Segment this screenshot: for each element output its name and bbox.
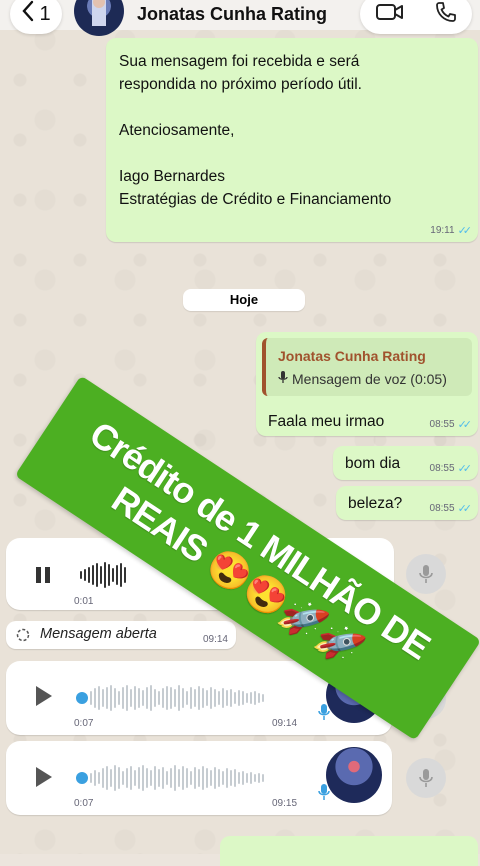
voice-time: 09:14 bbox=[272, 718, 298, 729]
mic-icon bbox=[278, 370, 288, 387]
voice-note[interactable]: 0:07 09:15 bbox=[6, 741, 392, 815]
video-call-icon[interactable] bbox=[375, 1, 405, 28]
voice-duration: 0:07 bbox=[74, 798, 94, 809]
message-text: beleza? bbox=[348, 495, 403, 512]
read-check-icon: ✓✓ bbox=[457, 503, 473, 515]
play-icon[interactable] bbox=[36, 686, 52, 706]
status-text: Mensagem aberta bbox=[40, 626, 157, 642]
chat-header: 1 Jonatas Cunha Rating bbox=[0, 0, 480, 36]
contact-name[interactable]: Jonatas Cunha Rating bbox=[137, 4, 327, 25]
sender-avatar bbox=[326, 747, 382, 803]
auto-reply-message[interactable]: Sua mensagem foi recebida e será respond… bbox=[106, 38, 478, 242]
phone-icon[interactable] bbox=[434, 0, 458, 29]
message-bom-dia[interactable]: bom dia 08:55 ✓✓ bbox=[333, 446, 478, 480]
message-time: 08:55 bbox=[429, 463, 455, 474]
message-meta: 08:55 ✓✓ bbox=[429, 502, 473, 515]
message-time: 19:11 bbox=[430, 225, 455, 236]
status-icon bbox=[16, 628, 30, 647]
message-beleza[interactable]: beleza? 08:55 ✓✓ bbox=[336, 486, 478, 520]
mic-button[interactable] bbox=[406, 554, 446, 594]
playback-dot bbox=[76, 692, 88, 704]
read-check-icon: ✓✓ bbox=[457, 463, 473, 475]
playback-dot bbox=[76, 772, 88, 784]
quoted-text: Mensagem de voz (0:05) bbox=[292, 370, 447, 387]
quoted-sender: Jonatas Cunha Rating bbox=[278, 348, 426, 364]
message-opened-status: Mensagem aberta 09:14 bbox=[6, 621, 236, 649]
recording-duration: 0:01 bbox=[74, 596, 94, 607]
quoted-message[interactable]: Jonatas Cunha Rating Mensagem de voz (0:… bbox=[262, 338, 472, 396]
status-time: 09:14 bbox=[202, 634, 228, 645]
message-text: Sua mensagem foi recebida e será respond… bbox=[119, 53, 392, 208]
call-actions bbox=[360, 0, 472, 34]
message-time: 08:55 bbox=[429, 503, 455, 514]
read-check-icon: ✓✓ bbox=[457, 419, 473, 431]
pause-icon[interactable] bbox=[34, 565, 52, 590]
message-time: 08:55 bbox=[429, 419, 455, 430]
message-meta: 08:55 ✓✓ bbox=[429, 418, 473, 431]
message-meta: 19:11 ✓✓ bbox=[430, 224, 473, 237]
date-divider: Hoje bbox=[183, 289, 305, 311]
voice-duration: 0:07 bbox=[74, 718, 94, 729]
read-check-icon: ✓✓ bbox=[457, 225, 473, 237]
unread-count: 1 bbox=[39, 2, 51, 25]
message-text: bom dia bbox=[345, 455, 401, 472]
play-icon[interactable] bbox=[36, 767, 52, 787]
voice-waveform bbox=[90, 683, 264, 713]
back-button[interactable]: 1 bbox=[10, 0, 62, 34]
next-message-peek bbox=[220, 836, 478, 866]
voice-note-mic-button[interactable] bbox=[406, 758, 446, 798]
quoted-content: Mensagem de voz (0:05) bbox=[278, 370, 447, 387]
voice-waveform bbox=[90, 763, 264, 793]
reply-message[interactable]: Jonatas Cunha Rating Mensagem de voz (0:… bbox=[256, 332, 478, 436]
recording-waveform bbox=[80, 560, 126, 590]
voice-time: 09:15 bbox=[272, 798, 298, 809]
mic-icon bbox=[318, 703, 330, 726]
chevron-left-icon bbox=[21, 0, 35, 28]
message-meta: 08:55 ✓✓ bbox=[429, 462, 473, 475]
message-text: Faala meu irmao bbox=[268, 413, 385, 430]
mic-icon bbox=[318, 783, 330, 806]
